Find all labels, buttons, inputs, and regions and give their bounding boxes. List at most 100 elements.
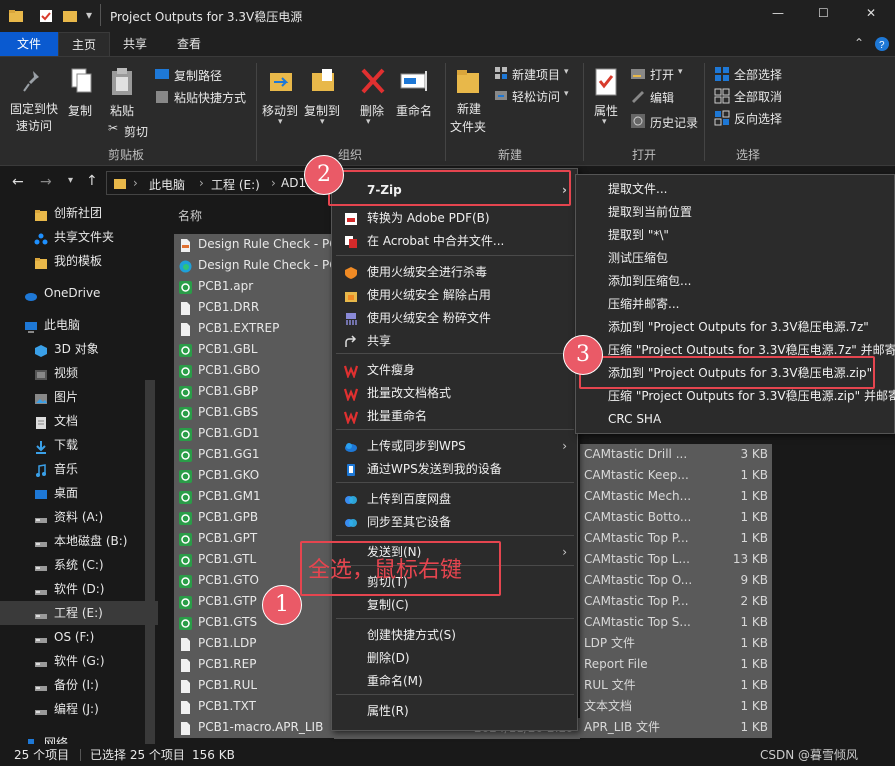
- tab-view[interactable]: 查看: [164, 32, 214, 56]
- column-header-name[interactable]: 名称: [178, 207, 202, 224]
- file-row[interactable]: Design Rule Check - PC: [174, 234, 334, 255]
- zip-submenu-item[interactable]: CRC SHA: [608, 408, 661, 430]
- tab-file[interactable]: 文件: [0, 32, 58, 56]
- zip-submenu-item[interactable]: 提取到 "*\": [608, 224, 669, 246]
- file-detail-row[interactable]: CAMtastic Mech... 1 KB: [580, 486, 772, 507]
- context-menu-item[interactable]: 转换为 Adobe PDF(B): [332, 207, 577, 229]
- context-menu-item[interactable]: 批量重命名: [332, 405, 577, 427]
- file-row[interactable]: Design Rule Check - PC: [174, 255, 334, 276]
- zip-submenu-item[interactable]: 测试压缩包: [608, 247, 668, 269]
- context-menu-item[interactable]: 删除(D): [332, 647, 577, 669]
- context-menu-item[interactable]: 文件瘦身: [332, 359, 577, 381]
- zip-submenu-item[interactable]: 压缩并邮寄...: [608, 293, 679, 315]
- file-detail-row[interactable]: CAMtastic Top P... 2 KB: [580, 591, 772, 612]
- zip-submenu-item[interactable]: 添加到压缩包...: [608, 270, 691, 292]
- history-button[interactable]: 历史记录: [650, 114, 698, 131]
- open-dropdown-icon[interactable]: ▾: [678, 67, 683, 77]
- context-menu-item[interactable]: 在 Acrobat 中合并文件...: [332, 230, 577, 252]
- properties-dropdown-icon[interactable]: ▾: [602, 117, 607, 127]
- tab-home[interactable]: 主页: [58, 32, 110, 56]
- nav-item[interactable]: 我的模板: [0, 249, 158, 273]
- file-detail-row[interactable]: 文本文档 1 KB: [580, 696, 772, 717]
- nav-item[interactable]: 下载: [0, 433, 158, 457]
- context-menu-item[interactable]: 属性(R): [332, 700, 577, 722]
- file-row[interactable]: PCB1.GD1: [174, 423, 334, 444]
- file-row[interactable]: PCB1.EXTREP: [174, 318, 334, 339]
- nav-item[interactable]: 视频: [0, 361, 158, 385]
- file-detail-row[interactable]: RUL 文件 1 KB: [580, 675, 772, 696]
- easy-access-button[interactable]: 轻松访问: [512, 88, 560, 105]
- context-menu-item[interactable]: 复制(C): [332, 594, 577, 616]
- file-detail-row[interactable]: CAMtastic Top L... 13 KB: [580, 549, 772, 570]
- context-menu-item[interactable]: 上传到百度网盘: [332, 488, 577, 510]
- move-to-dropdown-icon[interactable]: ▾: [278, 117, 283, 127]
- breadcrumb-drive-e[interactable]: 工程 (E:): [211, 176, 260, 193]
- nav-item[interactable]: 文档: [0, 409, 158, 433]
- nav-item[interactable]: 编程 (J:): [0, 697, 158, 721]
- copy-button[interactable]: 复制: [68, 102, 92, 119]
- new-folder-icon[interactable]: [456, 67, 480, 95]
- zip-submenu-item[interactable]: 添加到 "Project Outputs for 3.3V稳压电源.7z": [608, 316, 869, 338]
- collapse-ribbon-icon[interactable]: ⌃: [854, 36, 864, 50]
- file-detail-row[interactable]: CAMtastic Keep... 1 KB: [580, 465, 772, 486]
- file-row[interactable]: PCB1.GPB: [174, 507, 334, 528]
- paste-button[interactable]: 粘贴: [110, 102, 134, 119]
- file-detail-row[interactable]: APR_LIB 文件 1 KB: [580, 717, 772, 738]
- file-row[interactable]: PCB1.GKO: [174, 465, 334, 486]
- quick-access-dropdown[interactable]: ▾: [86, 8, 92, 22]
- nav-item[interactable]: 创新社团: [0, 201, 158, 225]
- select-none-button[interactable]: 全部取消: [734, 88, 782, 105]
- copy-to-icon[interactable]: [310, 67, 338, 97]
- file-row[interactable]: PCB1.GBL: [174, 339, 334, 360]
- file-row[interactable]: PCB1.TXT: [174, 696, 334, 717]
- file-detail-row[interactable]: CAMtastic Top P... 1 KB: [580, 528, 772, 549]
- new-item-dropdown-icon[interactable]: ▾: [564, 67, 569, 77]
- pin-icon[interactable]: [22, 69, 44, 95]
- delete-icon[interactable]: [360, 67, 386, 95]
- nav-item[interactable]: 3D 对象: [0, 337, 158, 361]
- file-row[interactable]: PCB1.GBP: [174, 381, 334, 402]
- context-menu-item[interactable]: 共享: [332, 330, 577, 352]
- context-menu-item[interactable]: 上传或同步到WPS ›: [332, 435, 577, 457]
- delete-dropdown-icon[interactable]: ▾: [366, 117, 371, 127]
- copy-icon[interactable]: [70, 67, 94, 95]
- context-menu-item[interactable]: 创建快捷方式(S): [332, 624, 577, 646]
- copy-to-dropdown-icon[interactable]: ▾: [320, 117, 325, 127]
- move-to-icon[interactable]: [268, 67, 296, 97]
- nav-item[interactable]: 工程 (E:): [0, 601, 158, 625]
- file-row[interactable]: PCB1.GM1: [174, 486, 334, 507]
- close-button[interactable]: ✕: [866, 6, 876, 20]
- file-row[interactable]: PCB1.REP: [174, 654, 334, 675]
- breadcrumb-ad1[interactable]: AD1: [281, 176, 306, 190]
- file-row[interactable]: PCB1.GG1: [174, 444, 334, 465]
- new-item-button[interactable]: 新建项目: [512, 66, 560, 83]
- address-bar[interactable]: › 此电脑 › 工程 (E:) › AD1: [106, 171, 332, 195]
- nav-item[interactable]: 图片: [0, 385, 158, 409]
- file-detail-row[interactable]: CAMtastic Top S... 1 KB: [580, 612, 772, 633]
- properties-icon[interactable]: [38, 8, 54, 24]
- context-menu-item[interactable]: 通过WPS发送到我的设备: [332, 458, 577, 480]
- file-row[interactable]: PCB1.RUL: [174, 675, 334, 696]
- new-folder-icon[interactable]: [62, 8, 78, 24]
- nav-item[interactable]: 软件 (D:): [0, 577, 158, 601]
- file-detail-row[interactable]: CAMtastic Botto... 1 KB: [580, 507, 772, 528]
- nav-item[interactable]: 音乐: [0, 457, 158, 481]
- nav-item[interactable]: 系统 (C:): [0, 553, 158, 577]
- context-menu-item[interactable]: 使用火绒安全进行杀毒: [332, 261, 577, 283]
- context-menu-item[interactable]: 使用火绒安全 解除占用: [332, 284, 577, 306]
- cut-button[interactable]: 剪切: [124, 123, 148, 140]
- nav-item[interactable]: 软件 (G:): [0, 649, 158, 673]
- copy-path-button[interactable]: 复制路径: [174, 67, 222, 84]
- rename-icon[interactable]: [400, 69, 430, 93]
- help-icon[interactable]: ?: [874, 36, 890, 52]
- minimize-button[interactable]: —: [772, 6, 784, 20]
- back-arrow-icon[interactable]: ←: [12, 174, 24, 190]
- zip-submenu-item[interactable]: 提取到当前位置: [608, 201, 692, 223]
- context-menu-item[interactable]: 批量改文档格式: [332, 382, 577, 404]
- file-row[interactable]: PCB1.apr: [174, 276, 334, 297]
- file-row[interactable]: PCB1.LDP: [174, 633, 334, 654]
- file-row[interactable]: PCB1.GTS: [174, 612, 334, 633]
- file-row[interactable]: PCB1-macro.APR_LIB: [174, 717, 334, 738]
- invert-selection-button[interactable]: 反向选择: [734, 110, 782, 127]
- rename-button[interactable]: 重命名: [396, 102, 432, 119]
